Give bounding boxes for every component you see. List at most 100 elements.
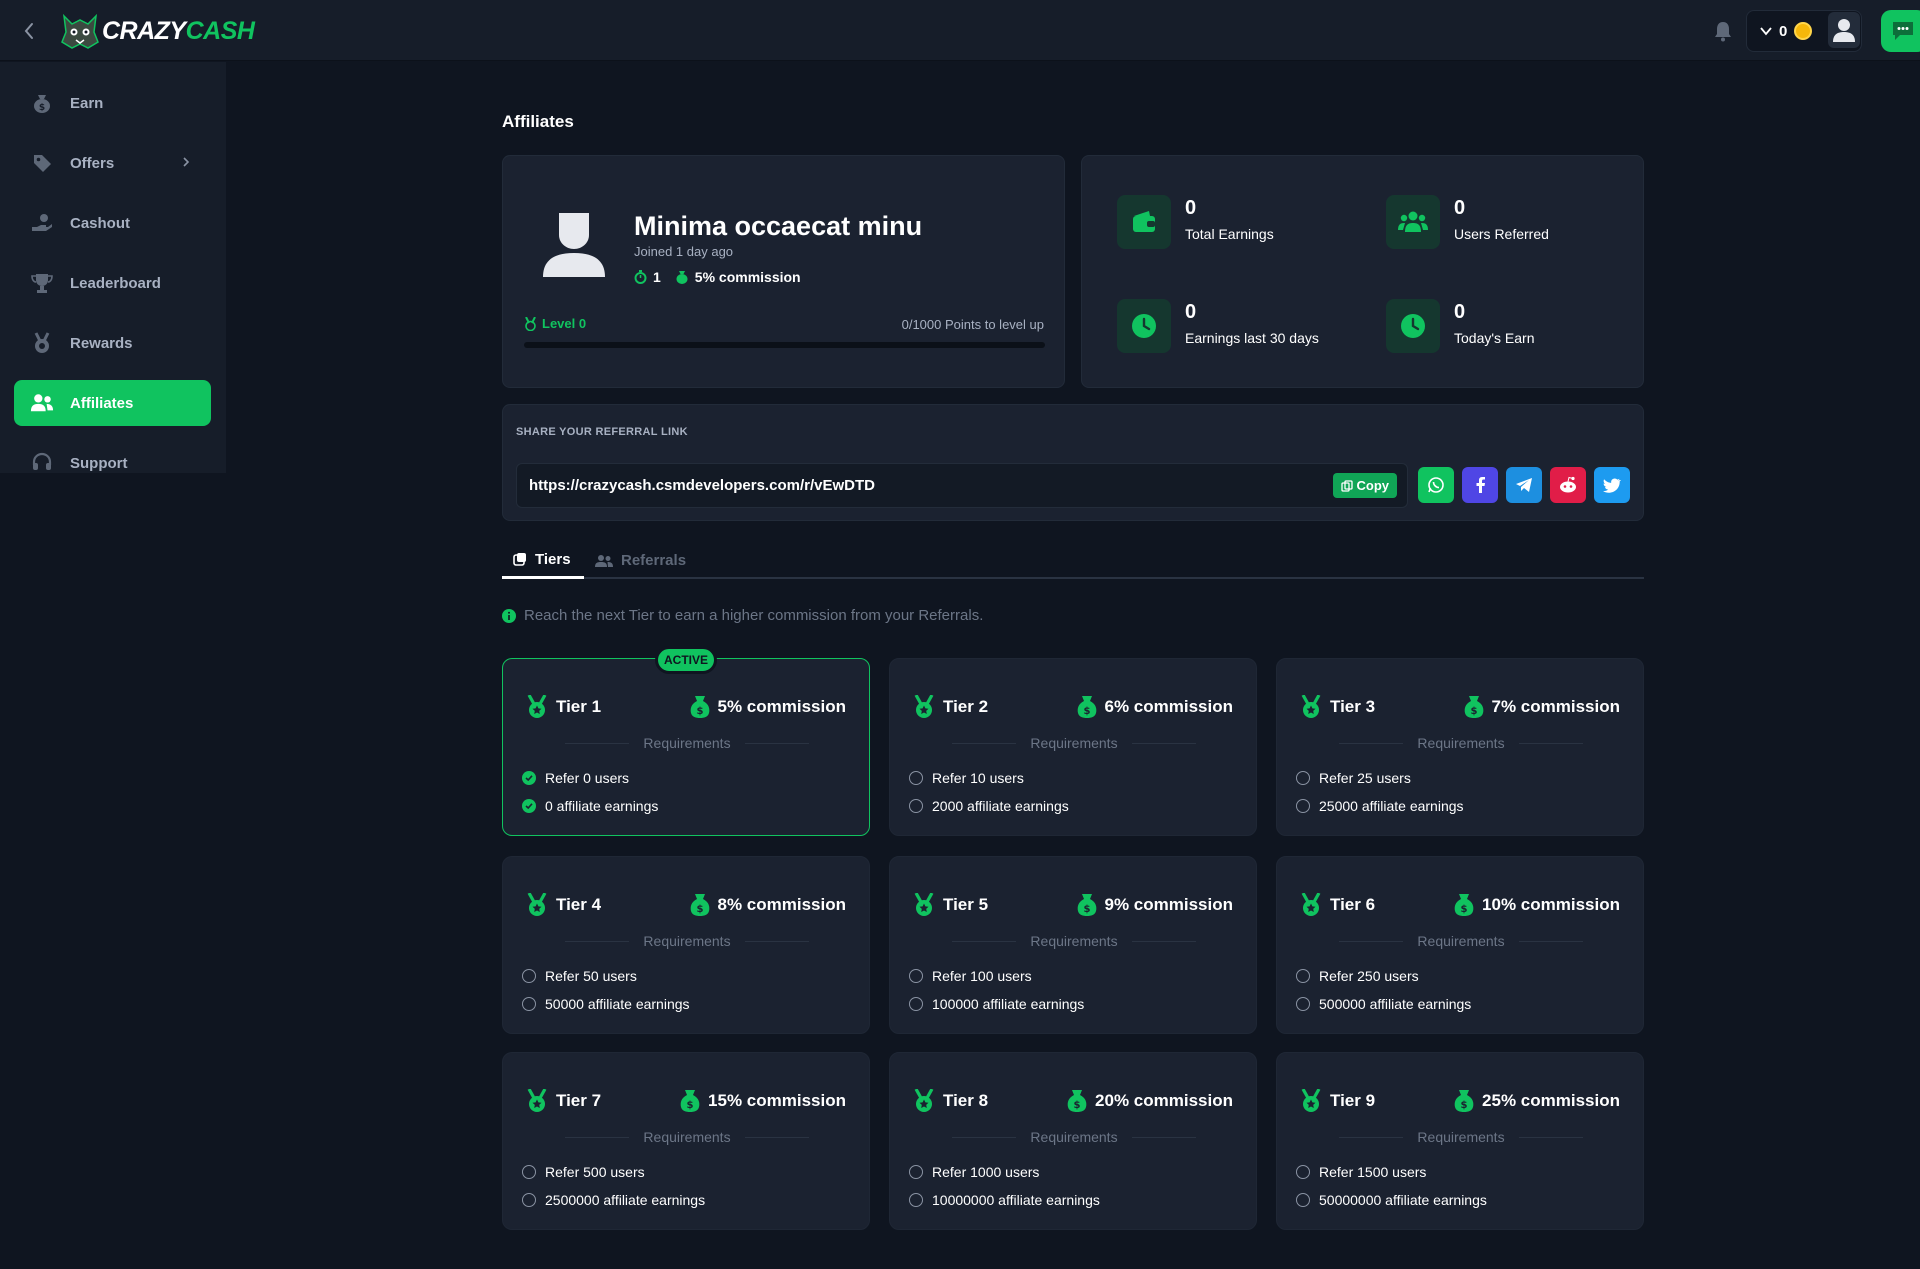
share-reddit-button[interactable]	[1550, 467, 1586, 503]
tier-header: Tier 4 $8% commission	[526, 893, 846, 917]
requirements-label: Requirements	[1030, 933, 1118, 949]
empty-circle-icon	[522, 1193, 536, 1207]
check-circle-icon	[522, 799, 536, 813]
trophy-icon	[30, 271, 54, 295]
share-facebook-button[interactable]	[1462, 467, 1498, 503]
sidebar-item-cashout[interactable]: Cashout	[14, 200, 211, 246]
active-badge: ACTIVE	[655, 646, 717, 674]
requirement-text: Refer 250 users	[1319, 968, 1419, 984]
tier-card: Tier 3 $7% commission Requirements Refer 25…	[1276, 658, 1644, 836]
empty-circle-icon	[909, 1193, 923, 1207]
empty-circle-icon	[1296, 799, 1310, 813]
sidebar-item-earn[interactable]: $ Earn	[14, 80, 211, 126]
tier-commission-text: 6% commission	[1104, 697, 1234, 716]
logo[interactable]: CRAZYCASH	[60, 12, 255, 50]
tier-header: Tier 7 $15% commission	[526, 1089, 846, 1113]
tier-name-text: Tier 7	[556, 1091, 602, 1110]
tier-header: Tier 9 $25% commission	[1300, 1089, 1620, 1113]
tier-name: Tier 4	[526, 893, 601, 917]
tier-commission: $6% commission	[1076, 695, 1234, 719]
sidebar-item-label: Affiliates	[70, 394, 134, 412]
stat-value: 0	[1454, 197, 1466, 219]
timer-icon	[634, 270, 647, 284]
referral-link-field[interactable]: https://crazycash.csmdevelopers.com/r/vE…	[516, 463, 1408, 508]
notifications-button[interactable]	[1713, 20, 1733, 42]
telegram-icon	[1516, 478, 1532, 492]
requirements-label: Requirements	[1417, 933, 1505, 949]
commission-value: 5% commission	[694, 269, 801, 285]
requirement-text: 0 affiliate earnings	[545, 798, 659, 814]
requirements-label: Requirements	[1417, 1129, 1505, 1145]
chat-button[interactable]	[1881, 10, 1920, 52]
tier-commission: $10% commission	[1453, 893, 1620, 917]
tier-header: Tier 5 $9% commission	[913, 893, 1233, 917]
back-button[interactable]	[18, 18, 40, 44]
chevron-down-icon	[1760, 27, 1772, 36]
money-bag-icon: $	[1454, 894, 1474, 916]
sidebar-item-offers[interactable]: Offers	[14, 140, 211, 186]
tier-card: Tier 2 $6% commission Requirements Refer 10…	[889, 658, 1257, 836]
requirement-text: Refer 0 users	[545, 770, 630, 786]
user-icon	[1833, 19, 1855, 42]
requirements-divider: Requirements	[952, 1129, 1196, 1145]
empty-circle-icon	[909, 771, 923, 785]
sidebar-item-rewards[interactable]: Rewards	[14, 320, 211, 366]
user-avatar-icon	[543, 213, 605, 277]
affiliate-tabs: Tiers Referrals	[502, 542, 1644, 579]
tier-commission: $15% commission	[679, 1089, 846, 1113]
tier-commission: $9% commission	[1076, 893, 1233, 917]
chevron-left-icon	[24, 23, 33, 39]
requirements-label: Requirements	[1030, 1129, 1118, 1145]
tier-commission-text: 5% commission	[717, 697, 847, 716]
share-telegram-button[interactable]	[1506, 467, 1542, 503]
tier-info-message: Reach the next Tier to earn a higher com…	[502, 607, 983, 624]
sidebar-item-support[interactable]: Support	[14, 440, 211, 486]
requirements-label: Requirements	[1417, 735, 1505, 751]
stat-caption: Earnings last 30 days	[1185, 330, 1319, 346]
tier-card: Tier 4 $8% commission Requirements Refer 50…	[502, 856, 870, 1034]
sidebar-item-label: Support	[70, 454, 128, 472]
svg-text:$: $	[1083, 706, 1090, 717]
stat-total-earnings: 0 Total Earnings	[1117, 195, 1274, 249]
clock-icon	[1117, 299, 1171, 353]
share-whatsapp-button[interactable]	[1418, 467, 1454, 503]
tier-name-text: Tier 1	[556, 697, 602, 716]
tier-commission: $20% commission	[1066, 1089, 1233, 1113]
tier-name: Tier 7	[526, 1089, 601, 1113]
profile-card: Minima occaecat minu Joined 1 day ago 1 …	[502, 155, 1065, 388]
medal-icon	[30, 331, 54, 355]
empty-circle-icon	[1296, 1165, 1310, 1179]
requirement-referrals: Refer 1500 users	[1296, 1164, 1426, 1180]
requirements-label: Requirements	[643, 1129, 731, 1145]
empty-circle-icon	[1296, 997, 1310, 1011]
sidebar-item-affiliates[interactable]: Affiliates	[14, 380, 211, 426]
logo-text-crazy: CRAZY	[102, 16, 186, 45]
tier-commission-text: 25% commission	[1482, 1091, 1620, 1110]
empty-circle-icon	[1296, 969, 1310, 983]
sidebar-item-leaderboard[interactable]: Leaderboard	[14, 260, 211, 306]
svg-text:$: $	[687, 1100, 694, 1111]
tier-name: Tier 3	[1300, 695, 1375, 719]
requirements-divider: Requirements	[565, 1129, 809, 1145]
copy-button[interactable]: Copy	[1332, 473, 1397, 498]
sidebar-item-label: Leaderboard	[70, 274, 161, 292]
empty-circle-icon	[1296, 1193, 1310, 1207]
empty-circle-icon	[909, 1165, 923, 1179]
commission-badge: 5% commission	[675, 269, 801, 285]
money-bag-icon: $	[1077, 696, 1096, 718]
share-twitter-button[interactable]	[1594, 467, 1630, 503]
medal-icon	[1301, 893, 1321, 916]
requirement-text: Refer 1000 users	[932, 1164, 1040, 1180]
tier-card: Tier 7 $15% commission Requirements Refer 5…	[502, 1052, 870, 1230]
svg-text:$: $	[696, 706, 703, 717]
tab-tiers[interactable]: Tiers	[502, 542, 584, 579]
empty-circle-icon	[522, 969, 536, 983]
user-avatar-button[interactable]	[1828, 12, 1860, 48]
svg-text:$: $	[1470, 706, 1477, 717]
tier-header: Tier 6 $10% commission	[1300, 893, 1620, 917]
sidebar-item-label: Earn	[70, 94, 104, 112]
tab-referrals[interactable]: Referrals	[595, 542, 686, 579]
requirement-earnings: 10000000 affiliate earnings	[909, 1192, 1100, 1208]
requirement-text: Refer 10 users	[932, 770, 1024, 786]
referral-url[interactable]: https://crazycash.csmdevelopers.com/r/vE…	[529, 477, 875, 494]
